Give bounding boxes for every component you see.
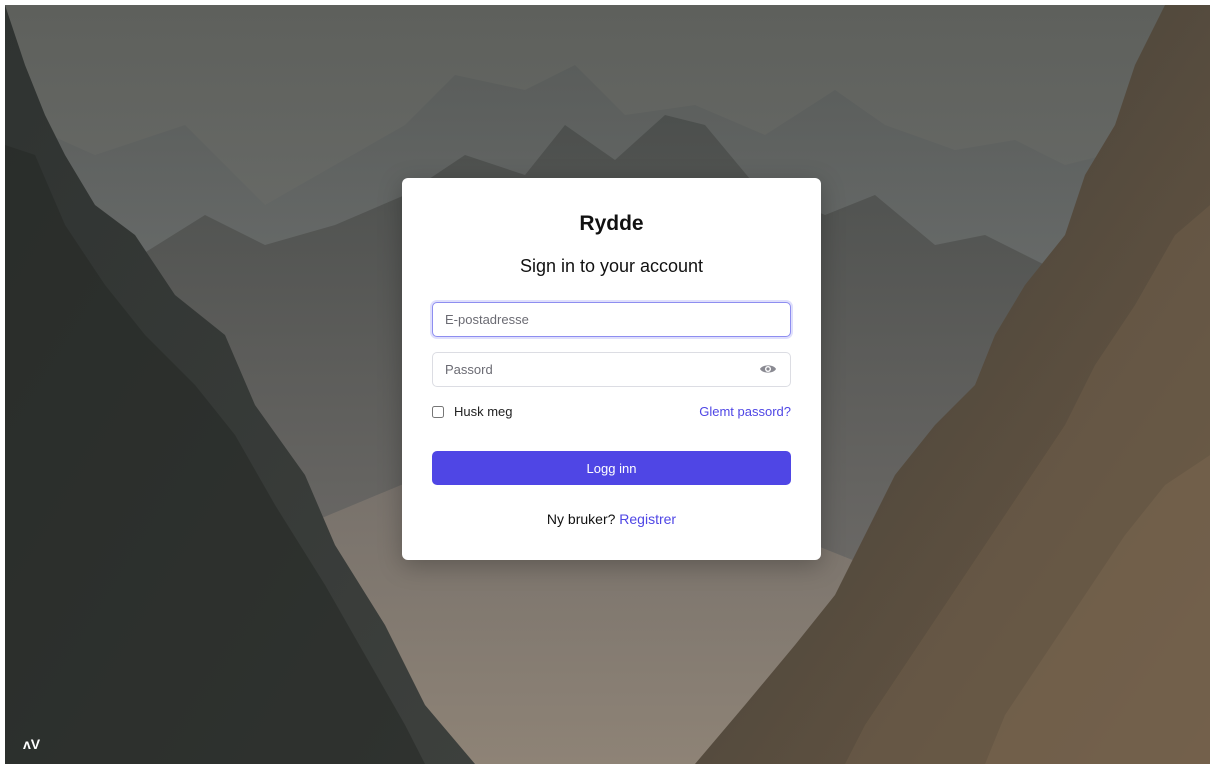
register-link[interactable]: Registrer bbox=[619, 511, 676, 527]
login-card: Rydde Sign in to your account Husk meg G… bbox=[402, 178, 821, 560]
signup-prompt: Ny bruker? bbox=[546, 511, 620, 527]
corner-logo: ʌV bbox=[23, 736, 41, 752]
page-subtitle: Sign in to your account bbox=[519, 256, 704, 276]
password-input[interactable] bbox=[432, 352, 791, 387]
remember-me-label: Husk meg bbox=[454, 404, 513, 419]
forgot-password-link[interactable]: Glemt passord? bbox=[699, 404, 791, 419]
login-button[interactable]: Logg inn bbox=[432, 451, 791, 485]
app-window: Rydde Sign in to your account Husk meg G… bbox=[5, 5, 1210, 764]
email-input[interactable] bbox=[432, 302, 791, 337]
eye-icon[interactable] bbox=[759, 362, 777, 376]
brand-title: Rydde bbox=[579, 212, 644, 235]
signup-row: Ny bruker? Registrer bbox=[402, 511, 821, 527]
remember-me-checkbox[interactable] bbox=[432, 406, 444, 418]
